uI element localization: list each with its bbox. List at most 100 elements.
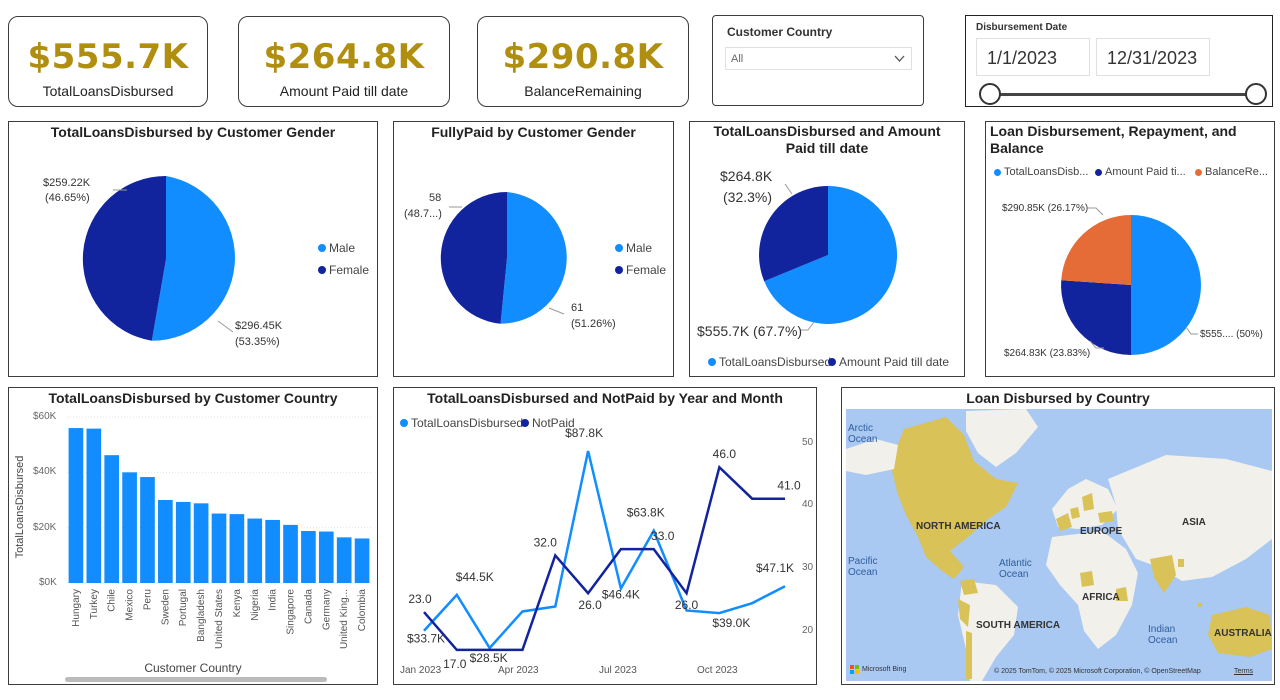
date-slicer: Disbursement Date 1/1/2023 12/31/2023 [965,15,1273,107]
bing-text: Microsoft Bing [862,666,907,673]
x-tick-label: Portugal [178,589,189,626]
bar-united-states[interactable] [211,513,227,583]
data-label-not-paid: 32.0 [534,535,558,549]
date-slicer-title: Disbursement Date [976,22,1068,33]
windows-logo-icon [850,665,859,674]
map-canvas[interactable]: Arctic Ocean NORTH AMERICA EUROPE ASIA P… [846,409,1272,681]
label-europe: EUROPE [1080,526,1123,537]
balance-value-label: $290.85K (26.17%) [1002,203,1089,214]
kpi-total-loans-value: $555.7K [27,37,189,77]
bar-hungary[interactable] [68,428,84,583]
bar-united-king-[interactable] [336,537,352,583]
gender-loans-panel: TotalLoansDisbursed by Customer Gender $… [8,121,378,377]
pie-slice-amount-paid[interactable] [1061,280,1131,355]
data-label-not-paid: 41.0 [777,479,801,493]
x-tick-label: Germany [321,589,332,630]
legend-male[interactable]: Male [615,241,652,255]
horizontal-scrollbar[interactable] [65,677,327,682]
trend-line-panel: TotalLoansDisbursed and NotPaid by Year … [393,387,817,685]
data-label-not-paid: 26.0 [578,598,602,612]
bar-colombia[interactable] [354,538,370,583]
x-tick-label: Kenya [232,589,243,618]
male-pct-label: (51.26%) [571,318,616,330]
bar-sweden[interactable] [158,500,173,583]
loans-vs-paid-panel: TotalLoansDisbursed and Amount Paid till… [689,121,965,377]
data-label-not-paid: 23.0 [408,592,432,606]
map-panel: Loan Disbursed by Country Arctic Ocean N… [841,387,1275,685]
legend-dot-female [318,266,326,274]
legend-male-text: Male [626,241,653,255]
bar-india[interactable] [265,519,280,583]
legend-dot-male [615,244,623,252]
bar-canada[interactable] [301,530,316,583]
data-label-total-loans: $63.8K [627,506,665,520]
start-date-input[interactable]: 1/1/2023 [976,38,1090,76]
country-slicer: Customer Country All [712,15,924,106]
data-label-total-loans: $33.7K [407,632,445,646]
x-tick-apr: Apr 2023 [498,665,539,676]
kpi-balance-value: $290.8K [502,37,664,77]
bar-chile[interactable] [104,455,120,583]
bing-logo: Microsoft Bing [850,665,906,674]
bangladesh-shape[interactable] [1178,559,1184,567]
x-tick-label: Colombia [357,589,368,632]
female-value-label: $259.22K [43,177,91,189]
bar-peru[interactable] [140,477,155,583]
legend-amount-paid[interactable]: Amount Paid till date [828,355,949,369]
country-slicer-title: Customer Country [727,25,833,39]
map-terms-link[interactable]: Terms [1234,668,1253,675]
bar-kenya[interactable] [229,514,245,583]
legend-female[interactable]: Female [615,263,666,277]
label-north-america: NORTH AMERICA [916,521,1001,532]
data-label-total-loans: $44.5K [456,570,494,584]
bar-bangladesh[interactable] [193,503,209,583]
data-label-total-loans: $39.0K [712,616,750,630]
date-range-start-handle[interactable] [979,83,1001,105]
label-arctic: Arctic Ocean [848,423,878,445]
bar-portugal[interactable] [175,501,191,583]
total-value-label: $555.... (50%) [1200,329,1263,340]
kpi-total-loans-label: TotalLoansDisbursed [42,83,174,99]
bar-nigeria[interactable] [247,518,263,583]
total-value-label: $555.7K (67.7%) [697,323,803,339]
bar-mexico[interactable] [122,472,137,583]
map-copyright: © 2025 TomTom, © 2025 Microsoft Corporat… [994,668,1201,675]
data-label-total-loans: $47.1K [756,561,794,575]
legend-male[interactable]: Male [318,241,355,255]
male-pct-label: (53.35%) [235,336,280,348]
country-dropdown-value: All [731,53,744,65]
greenland-shape [966,409,1038,467]
x-tick-label: United States [214,589,225,649]
legend-female[interactable]: Female [318,263,369,277]
label-south-america: SOUTH AMERICA [976,620,1061,631]
chile-shape[interactable] [966,631,972,679]
male-value-label: $296.45K [235,320,283,332]
legend-male-text: Male [329,241,356,255]
chevron-down-icon [894,55,905,62]
end-date-input[interactable]: 12/31/2023 [1096,38,1210,76]
male-count-label: 61 [571,302,584,314]
data-label-total-loans: $46.4K [602,588,640,602]
nigeria-shape[interactable] [1080,571,1094,587]
x-tick-label: India [268,589,279,611]
paid-pct-label: (32.3%) [723,189,773,205]
x-tick-label: Peru [142,589,153,610]
country-bar-panel: TotalLoansDisbursed by Customer Country … [8,387,378,685]
x-tick-label: Chile [107,589,118,612]
bar-germany[interactable] [318,531,334,583]
legend-dot-male [318,244,326,252]
country-dropdown[interactable]: All [725,47,912,70]
x-tick-label: United King... [339,589,350,649]
pie-slice-female[interactable] [82,175,166,341]
legend-total-loans[interactable]: TotalLoansDisbursed [708,355,831,369]
x-tick-label: Bangladesh [196,589,207,642]
pie-slice-female[interactable] [440,191,507,324]
india-shape[interactable] [1150,555,1176,593]
bar-turkey[interactable] [86,428,102,583]
singapore-shape[interactable] [1198,603,1202,607]
date-range-end-handle[interactable] [1245,83,1267,105]
pie-slice-balance[interactable] [1061,215,1131,285]
gender-paid-panel: FullyPaid by Customer Gender 58 (48.7...… [393,121,674,377]
bar-singapore[interactable] [283,524,298,583]
pie-slice-male[interactable] [500,192,567,324]
